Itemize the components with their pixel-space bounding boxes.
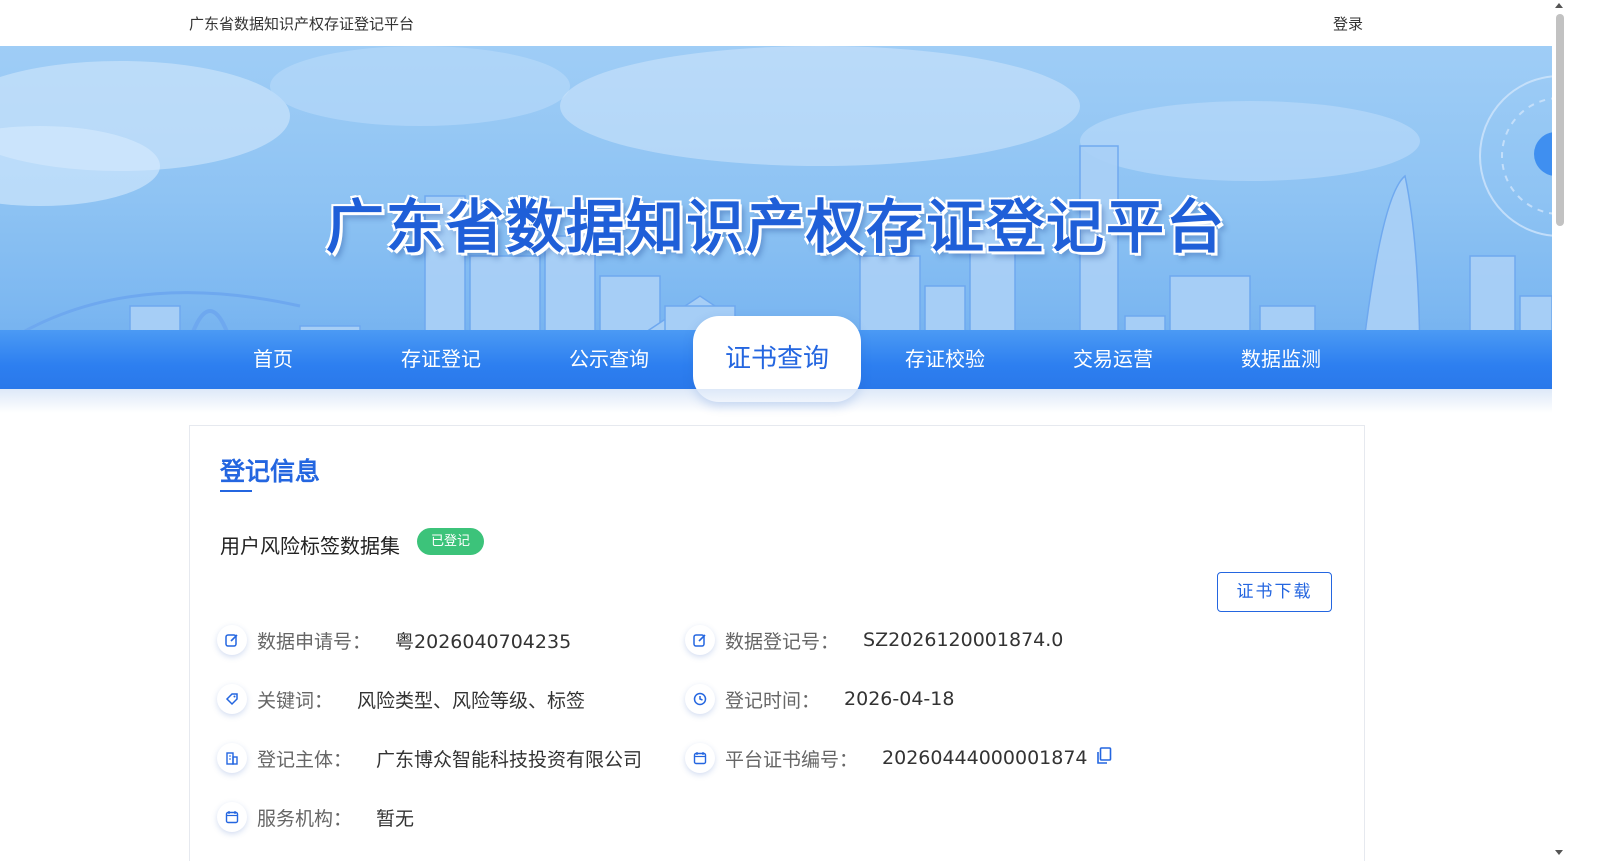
field-value: 风险类型、风险等级、标签 [357,689,586,712]
field-value: 广东博众智能科技投资有限公司 [376,748,643,771]
calendar-icon [685,743,715,773]
scroll-down-icon[interactable] [1555,850,1563,855]
field-value: 粤2026040704235 [395,630,572,653]
field-label: 数据登记号： [725,630,840,653]
field-value: 2026-04-18 [844,688,955,710]
nav-item-trading[interactable]: 交易运营 [1029,330,1197,389]
section-title: 登记信息 [220,457,321,486]
status-badge: 已登记 [417,528,485,555]
field-keywords: 关键词： 风险类型、风险等级、标签 [217,683,585,715]
field-label: 平台证书编号： [725,748,859,771]
tag-icon [217,684,247,714]
field-value: 暂无 [376,807,415,830]
clock-icon [685,684,715,714]
login-link[interactable]: 登录 [1333,13,1363,34]
field-application-no: 数据申请号： 粤2026040704235 [217,624,571,656]
field-label: 登记主体： [257,748,353,771]
section-underline [220,490,252,492]
registration-card: 登记信息 用户风险标签数据集 已登记 证书下载 数据申请号： 粤20260407… [189,425,1365,861]
dataset-name: 用户风险标签数据集 [220,534,400,558]
field-value: SZ2026120001874.0 [863,629,1064,651]
field-label: 数据申请号： [257,630,372,653]
field-value: 20260444000001874 [882,747,1088,769]
building-icon [217,743,247,773]
field-registration-no: 数据登记号： SZ2026120001874.0 [685,624,1063,656]
nav-shadow [0,389,1552,413]
nav-item-monitoring[interactable]: 数据监测 [1197,330,1365,389]
edit-icon [217,625,247,655]
page-scrollbar[interactable] [1552,0,1567,861]
field-registration-time: 登记时间： 2026-04-18 [685,683,954,715]
nav-item-home[interactable]: 首页 [189,330,357,389]
field-certificate-no: 平台证书编号： 20260444000001874 [685,742,1112,774]
scroll-thumb[interactable] [1556,14,1564,226]
field-label: 服务机构： [257,807,353,830]
certificate-download-button[interactable]: 证书下载 [1217,572,1332,612]
main-nav: 首页 存证登记 公示查询 证书查询 存证校验 交易运营 数据监测 [0,316,1552,402]
nav-item-public-query[interactable]: 公示查询 [525,330,693,389]
scroll-up-icon[interactable] [1555,3,1563,8]
field-service-org: 服务机构： 暂无 [217,801,414,833]
field-label: 关键词： [257,689,334,712]
nav-item-verification[interactable]: 存证校验 [861,330,1029,389]
calendar-icon [217,802,247,832]
nav-item-registration[interactable]: 存证登记 [357,330,525,389]
field-label: 登记时间： [725,689,821,712]
top-bar: 广东省数据知识产权存证登记平台 登录 [0,0,1552,46]
site-name: 广东省数据知识产权存证登记平台 [189,15,415,33]
field-registrant: 登记主体： 广东博众智能科技投资有限公司 [217,742,642,774]
copy-icon[interactable] [1096,747,1112,769]
edit-icon [685,625,715,655]
banner-title: 广东省数据知识产权存证登记平台 [325,193,1226,261]
